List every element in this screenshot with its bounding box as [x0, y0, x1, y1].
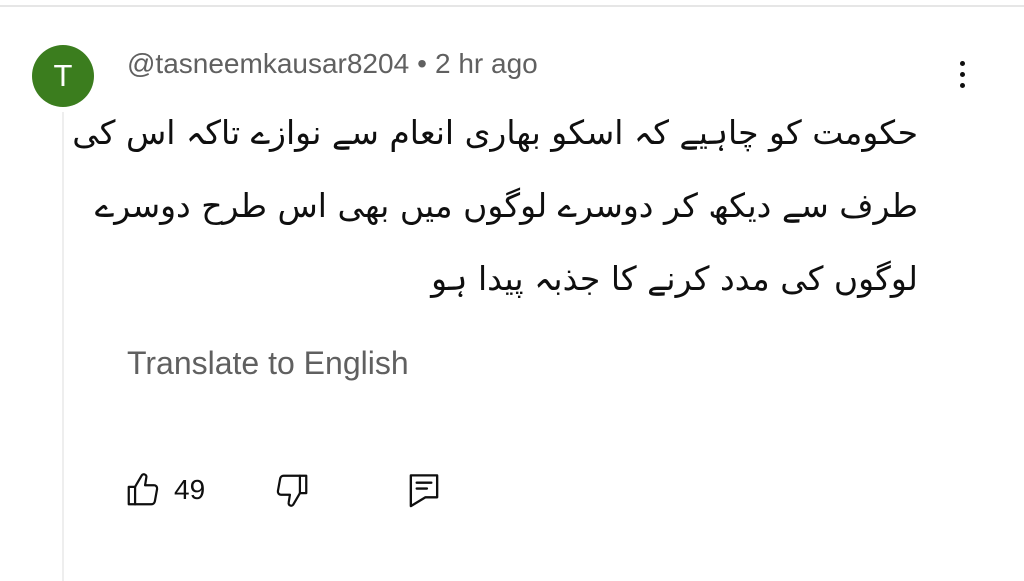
more-dot [959, 82, 965, 88]
reply-button[interactable] [400, 468, 448, 512]
more-options-button[interactable] [940, 54, 984, 94]
more-vertical-icon [959, 60, 965, 66]
thumbs-up-icon [124, 471, 162, 509]
dislike-button[interactable] [268, 468, 316, 512]
comment-header: @tasneemkausar8204 • 2 hr ago [127, 44, 538, 84]
comment-actions: 49 [0, 464, 1024, 514]
comment-text-line: لوگوں کی مدد کرنے کا جذبہ پیدا ہو [431, 259, 918, 298]
more-dot [959, 71, 965, 77]
meta-separator: • [417, 48, 427, 79]
author-handle[interactable]: @tasneemkausar8204 [127, 48, 409, 80]
avatar-letter: T [53, 58, 73, 93]
comment-text-line: حکومت کو چاہیے کہ اسکو بھاری انعام سے نو… [72, 113, 918, 152]
top-divider [0, 0, 1024, 7]
comment-text-line: طرف سے دیکھ کر دوسرے لوگوں میں بھی اس طر… [94, 186, 918, 225]
comment-timestamp[interactable]: 2 hr ago [435, 48, 538, 80]
comment-text: حکومت کو چاہیے کہ اسکو بھاری انعام سے نو… [72, 96, 918, 315]
like-count: 49 [174, 474, 206, 505]
translate-link[interactable]: Translate to English [127, 340, 409, 386]
like-button[interactable]: 49 [124, 468, 205, 512]
thumbs-down-icon [273, 471, 311, 509]
comment-icon [406, 471, 442, 509]
